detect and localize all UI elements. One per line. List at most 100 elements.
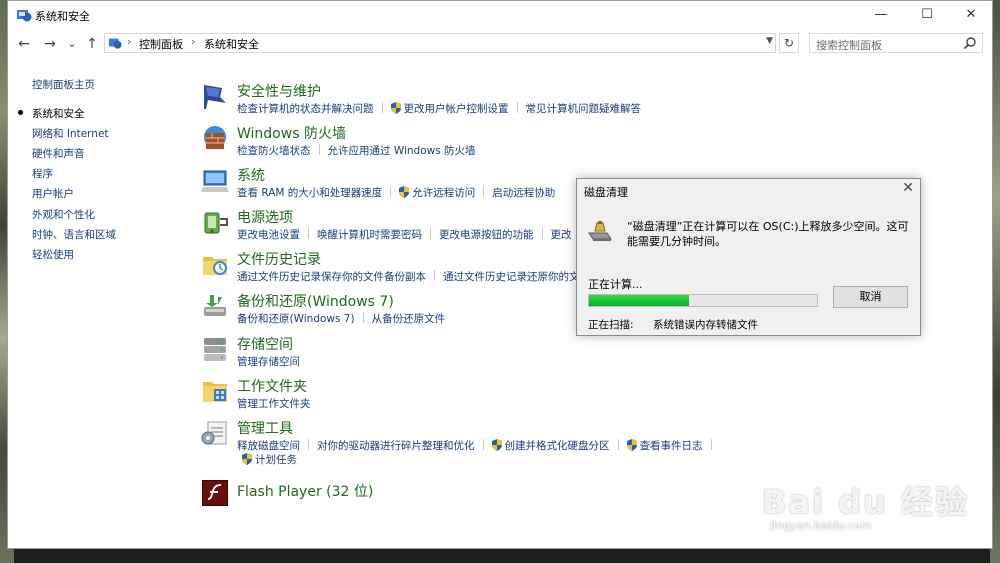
watermark-brand: Bai du 经验 <box>762 483 969 521</box>
minimize-button[interactable]: — <box>858 1 904 29</box>
forward-button[interactable]: → <box>40 34 60 54</box>
category-title[interactable]: Windows 防火墙 <box>237 123 346 143</box>
dialog-message: “磁盘清理”正在计算可以在 OS(C:)上释放多少空间。这可能需要几分钟时间。 <box>627 220 909 248</box>
category-links: 查看 RAM 的大小和处理器速度 允许远程访问 启动远程协助 <box>237 185 555 200</box>
recent-locations-button[interactable]: ⌄ <box>62 34 82 54</box>
breadcrumb-system-security[interactable]: 系统和安全 <box>204 36 259 52</box>
link-uac-settings[interactable]: 更改用户帐户控制设置 <box>404 101 509 116</box>
refresh-button[interactable]: ↻ <box>779 33 799 53</box>
link-restore-files[interactable]: 通过文件历史记录还原你的文 <box>443 269 580 284</box>
category-title[interactable]: 安全性与维护 <box>237 81 321 101</box>
link-divider <box>381 102 383 113</box>
category-links: 管理工作文件夹 <box>237 396 311 411</box>
link-defragment[interactable]: 对你的驱动器进行碎片整理和优化 <box>317 438 475 453</box>
link-firewall-status[interactable]: 检查防火墙状态 <box>237 143 311 158</box>
sidebar-item-system-security[interactable]: 系统和安全 <box>18 106 85 121</box>
sidebar-item-network[interactable]: 网络和 Internet <box>32 126 109 141</box>
back-button[interactable]: ← <box>14 34 34 54</box>
category-links: 释放磁盘空间 对你的驱动器进行碎片整理和优化 创建并格式化硬盘分区 查看事件日志 <box>237 438 720 453</box>
firewall-icon <box>204 126 226 149</box>
link-allow-apps[interactable]: 允许应用通过 Windows 防火墙 <box>328 143 476 158</box>
link-manage-storage[interactable]: 管理存储空间 <box>237 354 300 369</box>
breadcrumb-separator: › <box>191 35 196 48</box>
power-icon <box>204 212 228 234</box>
up-button[interactable]: ↑ <box>82 34 102 54</box>
uac-shield-icon <box>399 186 412 199</box>
title-bar: 系统和安全 — ☐ ✕ <box>8 1 992 29</box>
link-check-status[interactable]: 检查计算机的状态并解决问题 <box>237 101 374 116</box>
category-title[interactable]: 工作文件夹 <box>237 376 307 396</box>
link-remote-assistance[interactable]: 启动远程协助 <box>492 185 555 200</box>
search-icon <box>963 37 976 50</box>
category-links: 更改电池设置 唤醒计算机时需要密码 更改电源按钮的功能 更改 <box>237 227 572 242</box>
progress-bar <box>588 294 818 307</box>
link-free-disk-space[interactable]: 释放磁盘空间 <box>237 438 300 453</box>
admin-tools-icon <box>201 421 227 445</box>
link-remote-access[interactable]: 允许远程访问 <box>412 185 475 200</box>
sidebar-item-label: 系统和安全 <box>32 108 85 120</box>
breadcrumb-separator: › <box>127 35 132 48</box>
maximize-button[interactable]: ☐ <box>904 1 950 29</box>
link-wake-password[interactable]: 唤醒计算机时需要密码 <box>317 227 422 242</box>
category-title[interactable]: 系统 <box>237 165 265 185</box>
desktop-background-bottom <box>14 549 990 563</box>
link-divider <box>308 228 309 239</box>
baidu-jingyan-watermark: Bai du 经验 jingyan.baidu.com <box>762 455 967 535</box>
dialog-close-button[interactable]: ✕ <box>902 180 914 196</box>
link-restore-from-backup[interactable]: 从备份还原文件 <box>372 311 446 326</box>
address-bar[interactable]: › 控制面板 › 系统和安全 ▼ <box>104 33 776 53</box>
category-links: 检查计算机的状态并解决问题 更改用户帐户控制设置 常见计算机问题疑难解答 <box>237 101 641 116</box>
search-input[interactable]: 搜索控制面板 <box>809 33 983 53</box>
link-change-more[interactable]: 更改 <box>551 227 572 242</box>
sidebar-item-appearance[interactable]: 外观和个性化 <box>32 207 95 222</box>
link-divider <box>617 439 619 450</box>
flag-icon <box>204 85 226 109</box>
sidebar-item-clock-region[interactable]: 时钟、语言和区域 <box>32 227 116 242</box>
category-title[interactable]: 电源选项 <box>237 207 293 227</box>
link-power-button[interactable]: 更改电源按钮的功能 <box>439 227 534 242</box>
category-title[interactable]: 文件历史记录 <box>237 249 321 269</box>
link-view-ram[interactable]: 查看 RAM 的大小和处理器速度 <box>237 185 382 200</box>
category-links-second-row: 计划任务 <box>242 452 297 467</box>
link-divider <box>430 228 431 239</box>
flash-icon <box>202 480 228 506</box>
close-window-button[interactable]: ✕ <box>948 1 994 29</box>
uac-shield-icon <box>390 102 404 115</box>
scan-label: 正在扫描: <box>588 319 634 331</box>
control-panel-icon <box>17 10 32 22</box>
link-battery-settings[interactable]: 更改电池设置 <box>237 227 300 242</box>
link-divider <box>308 439 309 450</box>
dialog-title: 磁盘清理 <box>584 186 628 199</box>
category-title[interactable]: 管理工具 <box>237 418 293 438</box>
link-manage-work-folders[interactable]: 管理工作文件夹 <box>237 396 311 411</box>
breadcrumb-control-panel[interactable]: 控制面板 <box>139 36 183 52</box>
link-backup-restore[interactable]: 备份和还原(Windows 7) <box>237 311 355 326</box>
file-history-icon <box>203 257 227 275</box>
category-title[interactable]: Flash Player (32 位) <box>237 481 373 501</box>
link-divider <box>390 186 392 197</box>
uac-shield-icon <box>626 439 640 452</box>
category-title[interactable]: 存储空间 <box>237 334 293 354</box>
sidebar-item-hardware[interactable]: 硬件和声音 <box>32 146 85 161</box>
link-scheduled-tasks[interactable]: 计划任务 <box>255 452 297 467</box>
link-divider <box>482 439 484 450</box>
uac-shield-icon <box>242 453 255 466</box>
sidebar-item-ease-of-access[interactable]: 轻松使用 <box>32 247 74 262</box>
current-item-bullet <box>18 110 23 115</box>
link-save-backup[interactable]: 通过文件历史记录保存你的文件备份副本 <box>237 269 426 284</box>
control-panel-icon <box>108 38 122 49</box>
progress-fill <box>589 295 690 306</box>
chevron-down-icon[interactable]: ▼ <box>766 36 773 46</box>
uac-shield-icon <box>491 439 505 452</box>
window-title: 系统和安全 <box>35 10 90 23</box>
storage-icon <box>204 338 226 361</box>
category-title[interactable]: 备份和还原(Windows 7) <box>237 291 394 311</box>
link-format-partitions[interactable]: 创建并格式化硬盘分区 <box>505 438 610 453</box>
link-troubleshoot[interactable]: 常见计算机问题疑难解答 <box>526 101 642 116</box>
cancel-button[interactable]: 取消 <box>833 286 908 308</box>
sidebar-item-home[interactable]: 控制面板主页 <box>32 77 95 92</box>
sidebar-item-programs[interactable]: 程序 <box>32 166 53 181</box>
scan-value: 系统错误内存转储文件 <box>653 319 758 331</box>
link-event-logs[interactable]: 查看事件日志 <box>640 438 703 453</box>
sidebar-item-user-accounts[interactable]: 用户帐户 <box>32 186 74 201</box>
